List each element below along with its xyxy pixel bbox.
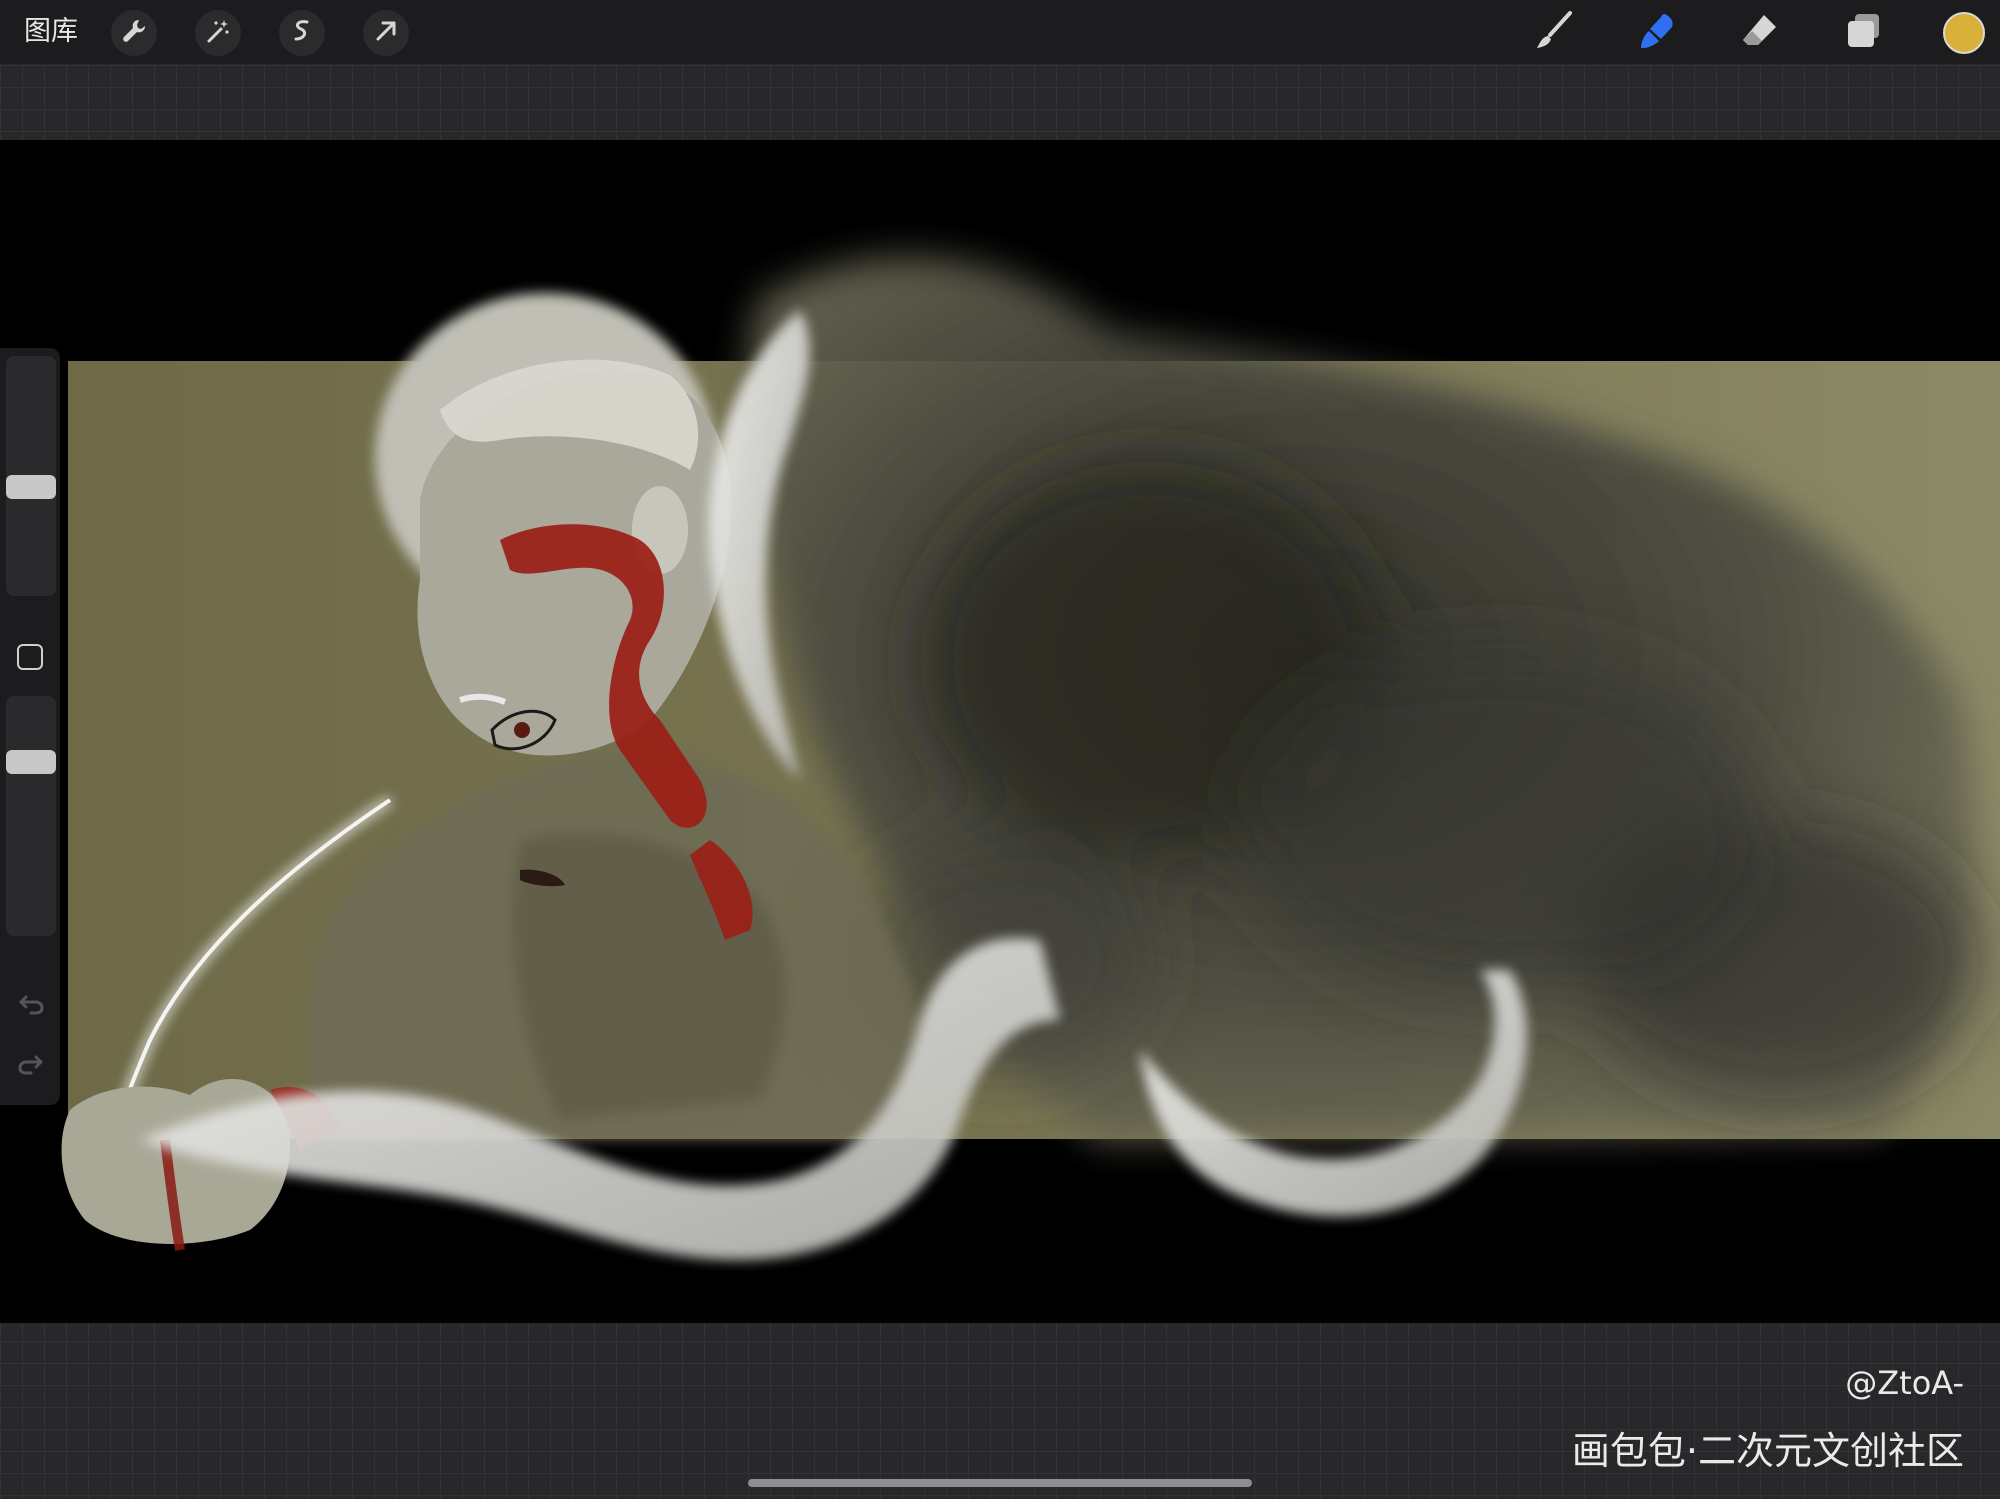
undo-button[interactable] (14, 988, 48, 1022)
top-toolbar: 图库 (0, 0, 2000, 65)
layers-icon (1841, 9, 1885, 57)
redo-icon (16, 1048, 46, 1082)
opacity-slider[interactable] (6, 696, 56, 936)
smudge-tool-button[interactable] (1632, 8, 1682, 58)
undo-icon (16, 988, 46, 1022)
layers-button[interactable] (1838, 8, 1888, 58)
transform-arrow-icon (372, 17, 400, 49)
home-indicator[interactable] (748, 1479, 1252, 1487)
brush-size-slider-thumb[interactable] (6, 474, 56, 499)
eraser-tool-button[interactable] (1735, 8, 1785, 58)
selection-icon (288, 17, 316, 49)
watermark-handle: @ZtoA- (1845, 1364, 1964, 1402)
redo-button[interactable] (14, 1048, 48, 1082)
wrench-icon (120, 17, 148, 49)
actions-button[interactable] (111, 10, 157, 56)
smudge-icon (1635, 9, 1679, 57)
drawing-canvas[interactable] (0, 140, 2000, 1323)
gallery-button[interactable]: 图库 (24, 14, 78, 50)
eraser-icon (1738, 9, 1782, 57)
modify-button[interactable] (17, 644, 43, 670)
magic-wand-icon (204, 17, 232, 49)
watermark-site: 画包包·二次元文创社区 (1571, 1429, 1964, 1473)
adjustments-button[interactable] (195, 10, 241, 56)
side-panel (0, 348, 60, 1105)
color-picker-button[interactable] (1943, 12, 1985, 54)
selection-button[interactable] (279, 10, 325, 56)
opacity-slider-thumb[interactable] (6, 750, 56, 774)
artwork-illustration (61, 257, 2000, 1260)
transform-button[interactable] (363, 10, 409, 56)
brush-icon (1532, 9, 1576, 57)
brush-tool-button[interactable] (1529, 8, 1579, 58)
